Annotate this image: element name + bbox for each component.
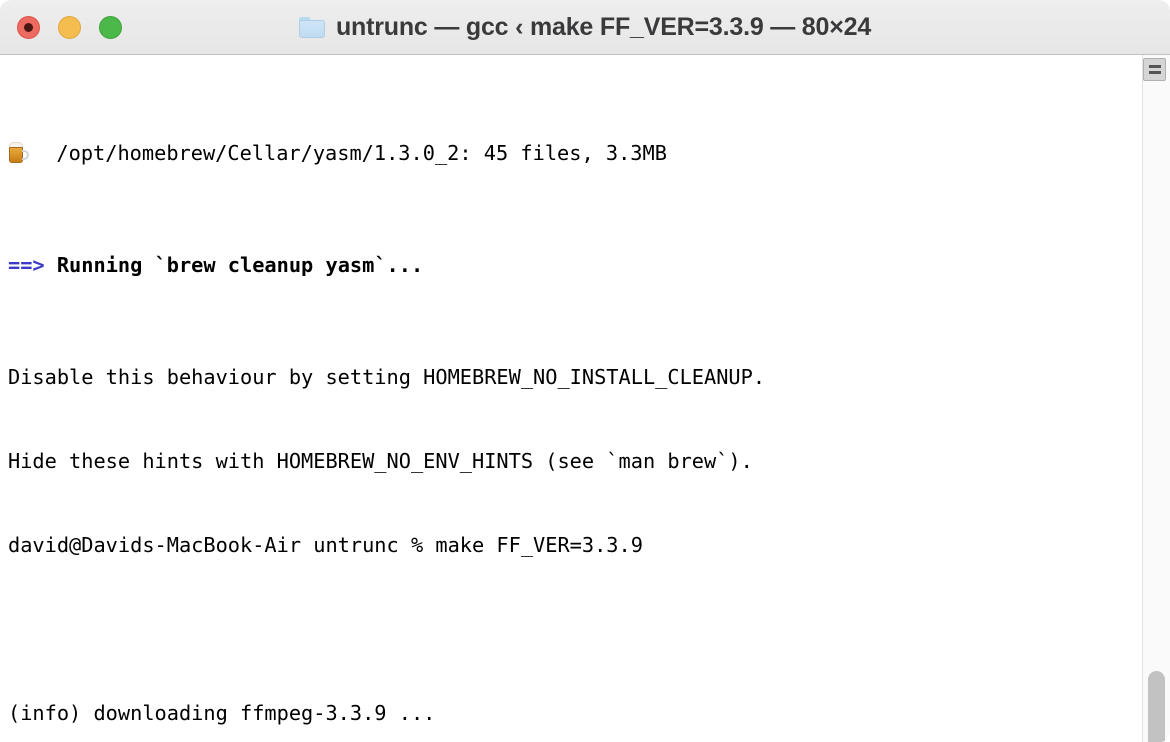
minimize-button[interactable] (58, 16, 81, 39)
title-bar[interactable]: untrunc — gcc ‹ make FF_VER=3.3.9 — 80×2… (0, 0, 1170, 55)
terminal-window: untrunc — gcc ‹ make FF_VER=3.3.9 — 80×2… (0, 0, 1170, 742)
terminal-line: ==> Running `brew cleanup yasm`... (8, 251, 1136, 279)
terminal-line: david@Davids-MacBook-Air untrunc % make … (8, 533, 643, 557)
vertical-scroll-thumb[interactable] (1148, 671, 1165, 742)
close-button[interactable] (17, 16, 40, 39)
window-controls (17, 0, 122, 55)
window-title: untrunc — gcc ‹ make FF_VER=3.3.9 — 80×2… (335, 12, 872, 41)
grip-lines-icon[interactable] (1143, 58, 1166, 81)
terminal-content-area[interactable]: /opt/homebrew/Cellar/yasm/1.3.0_2: 45 fi… (0, 55, 1170, 742)
folder-icon (298, 16, 325, 38)
terminal-line-text: Running `brew cleanup yasm`... (44, 253, 424, 277)
terminal-output: /opt/homebrew/Cellar/yasm/1.3.0_2: 45 fi… (8, 55, 1136, 742)
beer-mug-emoji (8, 142, 30, 164)
terminal-line-text: /opt/homebrew/Cellar/yasm/1.3.0_2: 45 fi… (32, 141, 667, 165)
vertical-scrollbar[interactable] (1142, 55, 1170, 742)
title-center-group: untrunc — gcc ‹ make FF_VER=3.3.9 — 80×2… (0, 13, 1170, 42)
terminal-line: /opt/homebrew/Cellar/yasm/1.3.0_2: 45 fi… (8, 139, 1136, 167)
terminal-line: (info) downloading ffmpeg-3.3.9 ... (8, 701, 436, 725)
zoom-button[interactable] (99, 16, 122, 39)
brew-arrow-marker: ==> (8, 253, 45, 277)
terminal-line: Hide these hints with HOMEBREW_NO_ENV_HI… (8, 449, 753, 473)
terminal-line: Disable this behaviour by setting HOMEBR… (8, 365, 766, 389)
